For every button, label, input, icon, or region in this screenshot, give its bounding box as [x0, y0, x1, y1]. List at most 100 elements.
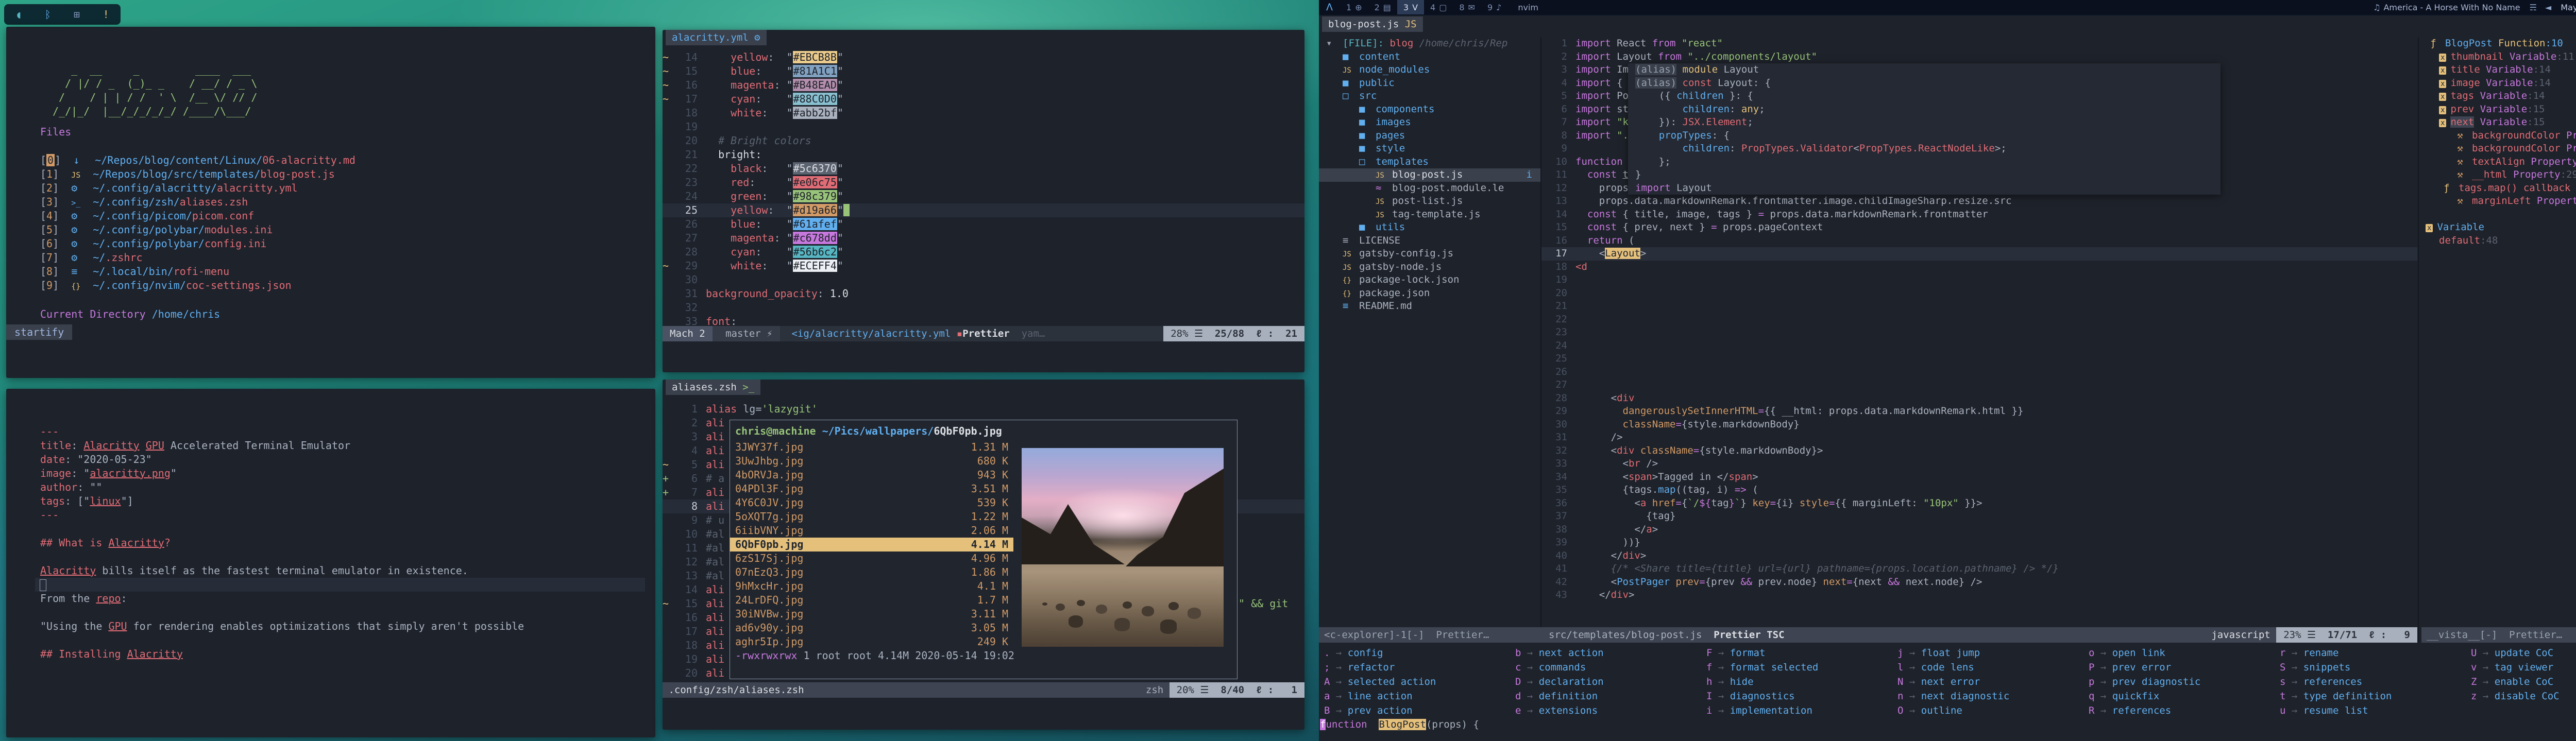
workspace-1[interactable]: 1⊕ — [1340, 0, 1368, 14]
which-key-binding[interactable]: z → disable CoC — [2471, 689, 2560, 703]
file-manager-row[interactable]: 6zS17Sj.jpg4.96 M — [730, 552, 1013, 565]
alert-icon[interactable]: ! — [103, 8, 109, 21]
which-key-binding[interactable]: R → references — [2089, 703, 2200, 718]
tree-row[interactable]: JSpost-list.js — [1319, 195, 1540, 208]
vista-row[interactable]: ⚒backgroundColor Property: — [2421, 142, 2576, 156]
file-manager-row[interactable]: 9hMxcHr.jpg4.1 M — [730, 579, 1013, 593]
startify-entry[interactable]: [7] ⚙~/.zshrc — [40, 251, 355, 265]
workspace-9[interactable]: 9♪ — [1481, 0, 1507, 14]
file-manager-row[interactable]: 07nEzQ3.jpg1.86 M — [730, 565, 1013, 579]
which-key-binding[interactable]: a → line action — [1324, 689, 1436, 703]
file-manager-row[interactable]: 30iNVBw.jpg3.11 M — [730, 607, 1013, 621]
tree-row[interactable]: ≡LICENSE — [1319, 234, 1540, 248]
tree-row[interactable]: ■content — [1319, 50, 1540, 64]
tree-row[interactable]: ■pages — [1319, 129, 1540, 143]
which-key-binding[interactable]: h → hide — [1706, 675, 1818, 689]
tree-row[interactable]: ■images — [1319, 116, 1540, 129]
which-key-binding[interactable]: t → type definition — [2280, 689, 2392, 703]
launcher-icon[interactable]: ◖ — [15, 8, 22, 21]
startify-entry[interactable]: [3] >_~/.config/zsh/aliases.zsh — [40, 195, 355, 209]
which-key-binding[interactable]: F → format — [1706, 646, 1818, 660]
vista-row[interactable]: default:48 — [2421, 234, 2576, 248]
file-manager-row[interactable]: 5oXQT7g.jpg1.22 M — [730, 510, 1013, 524]
startify-entry[interactable]: [9] {}~/.config/nvim/coc-settings.json — [40, 279, 355, 292]
workspace-8[interactable]: 8✉ — [1453, 0, 1481, 14]
workspace-2[interactable]: 2▤ — [1368, 0, 1397, 14]
file-manager-row[interactable]: 3JWY37f.jpg1.31 M — [730, 440, 1013, 454]
tree-row[interactable]: JStag-template.js — [1319, 208, 1540, 221]
startify-entry[interactable]: [1] JS~/Repos/blog/src/templates/blog-po… — [40, 167, 355, 181]
tree-row[interactable]: {}package-lock.json — [1319, 273, 1540, 287]
tree-row[interactable]: JSgatsby-node.js — [1319, 261, 1540, 274]
which-key-binding[interactable]: A → selected action — [1324, 675, 1436, 689]
vista-row[interactable]: ⚒marginLeft Property:36 — [2421, 195, 2576, 208]
file-manager-row[interactable]: 4Y6C0JV.jpg539 K — [730, 496, 1013, 510]
tree-row[interactable]: ≈blog-post.module.le — [1319, 182, 1540, 195]
wifi-icon[interactable]: ☴ — [2526, 3, 2541, 12]
which-key-binding[interactable]: s → references — [2280, 675, 2392, 689]
vista-row[interactable]: xthumbnail Variable:11 — [2421, 50, 2576, 64]
startify-entry[interactable]: [4] ⚙~/.config/picom/picom.conf — [40, 209, 355, 223]
which-key-binding[interactable]: ; → refactor — [1324, 660, 1436, 675]
tree-row[interactable]: ▾[FILE]: blog /home/chris/Rep — [1319, 37, 1540, 50]
which-key-binding[interactable]: U → update CoC — [2471, 646, 2560, 660]
tab-aliases-zsh[interactable]: aliases.zsh >_ — [666, 380, 760, 395]
vista-row[interactable] — [2421, 208, 2576, 221]
tree-row[interactable]: {}package.json — [1319, 287, 1540, 300]
tree-row[interactable]: JSnode_modules — [1319, 63, 1540, 77]
file-manager-row[interactable]: 4bORVJa.jpg943 K — [730, 468, 1013, 482]
startify-entry[interactable]: [5] ⚙~/.config/polybar/modules.ini — [40, 223, 355, 237]
which-key-binding[interactable]: b → next action — [1515, 646, 1604, 660]
which-key-binding[interactable]: f → format selected — [1706, 660, 1818, 675]
which-key-binding[interactable]: . → config — [1324, 646, 1436, 660]
startify-entry[interactable]: [0] ↓~/Repos/blog/content/Linux/06-alacr… — [40, 153, 355, 167]
which-key-binding[interactable]: i → implementation — [1706, 703, 1818, 718]
tree-row[interactable]: ■style — [1319, 142, 1540, 156]
which-key-binding[interactable]: l → code lens — [1897, 660, 2009, 675]
which-key-binding[interactable]: I → diagnostics — [1706, 689, 1818, 703]
file-manager-row[interactable]: ad6v90y.jpg3.05 M — [730, 621, 1013, 635]
which-key-binding[interactable]: r → rename — [2280, 646, 2392, 660]
vista-row[interactable]: xtitle Variable:14 — [2421, 63, 2576, 77]
which-key-binding[interactable]: c → commands — [1515, 660, 1604, 675]
vista-row[interactable]: ximage Variable:14 — [2421, 77, 2576, 90]
tree-row[interactable]: ■public — [1319, 77, 1540, 90]
workspace-3[interactable]: 3V — [1397, 0, 1424, 14]
which-key-binding[interactable]: u → resume list — [2280, 703, 2392, 718]
tree-row[interactable]: JSblog-post.jsi — [1319, 168, 1540, 182]
which-key-binding[interactable]: O → outline — [1897, 703, 2009, 718]
arch-icon[interactable]: Λ — [1319, 2, 1340, 13]
vista-row[interactable]: ƒtags.map() callback Functi — [2421, 182, 2576, 195]
tab-blog-post-js[interactable]: blog-post.js JS — [1322, 16, 1423, 32]
file-manager-row[interactable]: aghr5Ip.jpg249 K — [730, 635, 1013, 649]
file-manager-row[interactable]: 3UwJhbg.jpg680 K — [730, 454, 1013, 468]
vista-row[interactable]: ⚒backgroundColor Property: — [2421, 129, 2576, 143]
startify-entry[interactable]: [2] ⚙~/.config/alacritty/alacritty.yml — [40, 181, 355, 195]
which-key-binding[interactable]: v → tag viewer — [2471, 660, 2560, 675]
vista-row[interactable]: xprev Variable:15 — [2421, 103, 2576, 116]
which-key-binding[interactable]: Z → enable CoC — [2471, 675, 2560, 689]
which-key-binding[interactable]: o → open link — [2089, 646, 2200, 660]
which-key-binding[interactable]: P → prev error — [2089, 660, 2200, 675]
which-key-binding[interactable]: B → prev action — [1324, 703, 1436, 718]
tab-alacritty-yml[interactable]: alacritty.yml ⚙ — [666, 30, 767, 45]
startify-entry[interactable]: [8] ≡~/.local/bin/rofi-menu — [40, 265, 355, 279]
which-key-binding[interactable]: j → float jump — [1897, 646, 2009, 660]
tree-row[interactable]: □src — [1319, 90, 1540, 103]
which-key-binding[interactable]: D → declaration — [1515, 675, 1604, 689]
volume-icon[interactable]: ◄ — [2541, 3, 2555, 12]
file-manager-row[interactable]: 6QbF0pb.jpg4.14 M — [730, 538, 1013, 552]
which-key-binding[interactable]: S → snippets — [2280, 660, 2392, 675]
vista-row[interactable]: xtags Variable:14 — [2421, 90, 2576, 103]
which-key-binding[interactable]: q → quickfix — [2089, 689, 2200, 703]
workspace-4[interactable]: 4▢ — [1424, 0, 1453, 14]
windows-icon[interactable]: ⊞ — [74, 8, 80, 21]
vista-row[interactable]: xVariable — [2421, 221, 2576, 234]
vista-row[interactable]: ƒBlogPost Function:10 — [2421, 37, 2576, 50]
vista-row[interactable]: xnext Variable:15 — [2421, 116, 2576, 129]
vista-row[interactable]: ⚒__html Property:29 — [2421, 168, 2576, 182]
file-manager-row[interactable]: 6iibVNY.jpg2.06 M — [730, 524, 1013, 538]
which-key-binding[interactable]: d → definition — [1515, 689, 1604, 703]
tree-row[interactable]: ■utils — [1319, 221, 1540, 234]
tree-row[interactable]: ■components — [1319, 103, 1540, 116]
